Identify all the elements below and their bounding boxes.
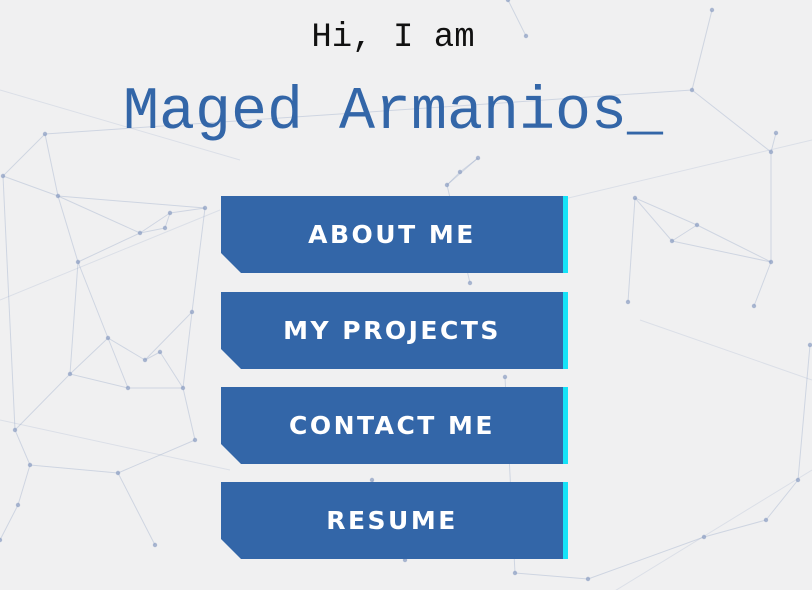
network-line — [753, 261, 772, 307]
network-node — [669, 238, 675, 244]
network-node — [105, 335, 111, 341]
network-line — [77, 232, 141, 263]
network-node — [137, 230, 143, 236]
network-node — [807, 342, 812, 348]
network-line — [69, 261, 79, 375]
network-line — [182, 387, 196, 441]
greeting-text: Hi, I am — [311, 19, 475, 57]
resume-button[interactable]: RESUME — [221, 482, 568, 559]
network-line — [17, 464, 31, 506]
network-node — [369, 477, 375, 483]
network-node — [27, 462, 33, 468]
network-node — [467, 280, 473, 286]
network-line — [107, 337, 146, 361]
network-line — [144, 311, 193, 361]
network-node — [0, 537, 3, 543]
network-node — [751, 303, 757, 309]
network-line — [144, 351, 161, 361]
network-line — [671, 240, 772, 263]
network-node — [12, 427, 18, 433]
network-node — [192, 437, 198, 443]
network-line — [671, 224, 698, 242]
network-node — [115, 470, 121, 476]
network-node — [709, 7, 715, 13]
network-node — [505, 0, 511, 3]
network-node — [0, 173, 6, 179]
network-line — [514, 572, 589, 580]
network-line — [634, 197, 673, 242]
network-line — [2, 175, 16, 431]
network-node — [632, 195, 638, 201]
network-node — [763, 517, 769, 523]
network-line — [696, 224, 772, 263]
network-line — [69, 337, 109, 375]
name-heading: Maged Armanios_ — [122, 79, 664, 147]
network-node — [444, 182, 450, 188]
network-line — [639, 319, 812, 381]
network-line — [169, 207, 206, 214]
network-line — [446, 171, 461, 186]
network-line — [14, 373, 71, 431]
network-line — [627, 197, 636, 303]
network-node — [125, 385, 131, 391]
network-line — [107, 337, 129, 389]
network-line — [459, 157, 479, 173]
network-line — [587, 536, 705, 580]
network-line — [14, 429, 31, 466]
network-node — [585, 576, 591, 582]
network-node — [701, 534, 707, 540]
network-node — [475, 155, 481, 161]
network-node — [162, 225, 168, 231]
network-line — [29, 464, 119, 474]
network-line — [765, 479, 799, 521]
network-node — [167, 210, 173, 216]
network-line — [77, 261, 109, 339]
network-line — [2, 175, 59, 197]
network-line — [57, 195, 79, 263]
network-node — [457, 169, 463, 175]
network-node — [67, 371, 73, 377]
network-node — [625, 299, 631, 305]
network-line — [0, 419, 231, 471]
network-line — [0, 209, 221, 301]
network-node — [694, 222, 700, 228]
network-line — [634, 197, 698, 226]
network-node — [795, 477, 801, 483]
network-line — [117, 439, 196, 474]
network-line — [615, 469, 812, 590]
network-node — [15, 502, 21, 508]
network-line — [159, 351, 184, 389]
network-node — [512, 570, 518, 576]
network-line — [191, 207, 206, 313]
network-node — [180, 385, 186, 391]
network-node — [768, 259, 774, 265]
network-node — [502, 374, 508, 380]
contact-me-button[interactable]: CONTACT ME — [221, 387, 568, 464]
network-node — [55, 193, 61, 199]
network-line — [797, 344, 811, 481]
network-node — [768, 149, 774, 155]
network-line — [182, 311, 193, 389]
network-line — [0, 504, 19, 541]
network-node — [75, 259, 81, 265]
network-line — [69, 373, 129, 389]
network-line — [703, 519, 767, 538]
my-projects-button[interactable]: MY PROJECTS — [221, 292, 568, 369]
network-node — [157, 349, 163, 355]
network-node — [142, 357, 148, 363]
network-line — [559, 139, 812, 201]
network-line — [117, 472, 156, 546]
network-node — [189, 309, 195, 315]
about-me-button[interactable]: ABOUT ME — [221, 196, 568, 273]
network-node — [152, 542, 158, 548]
network-node — [202, 205, 208, 211]
